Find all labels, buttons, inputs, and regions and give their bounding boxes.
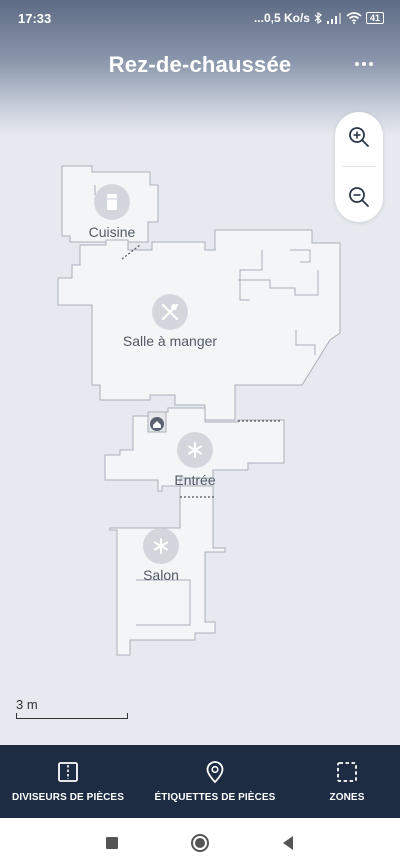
back-button[interactable] <box>281 835 295 851</box>
zoom-in-button[interactable] <box>339 117 379 157</box>
more-options-button[interactable] <box>350 54 378 74</box>
system-navigation-bar <box>0 818 400 867</box>
more-dot-icon <box>355 62 359 66</box>
network-speed: ...0,5 Ko/s <box>253 11 310 25</box>
more-dot-icon <box>369 62 373 66</box>
home-button[interactable] <box>190 833 210 853</box>
room-label-entree[interactable]: Entrée <box>160 472 230 488</box>
asterisk-icon <box>143 528 179 564</box>
room-labels-button[interactable]: ÉTIQUETTES DE PIÈCES <box>150 760 280 803</box>
floor-map[interactable] <box>0 140 400 740</box>
signal-icon <box>326 13 341 24</box>
utensils-icon <box>152 294 188 330</box>
zoom-divider <box>342 166 376 168</box>
room-dividers-button[interactable]: DIVISEURS DE PIÈCES <box>8 760 128 803</box>
scale-bar <box>16 713 128 719</box>
zones-label: ZONES <box>329 792 365 803</box>
wifi-icon <box>346 12 362 24</box>
status-time: 17:33 <box>18 10 52 26</box>
zoom-out-button[interactable] <box>339 177 379 217</box>
bluetooth-icon <box>314 12 322 24</box>
room-dividers-label: DIVISEURS DE PIÈCES <box>12 792 124 803</box>
asterisk-icon <box>177 432 213 468</box>
battery-icon: 41 <box>365 12 384 24</box>
fridge-icon <box>94 184 130 220</box>
room-divider-icon <box>58 762 78 782</box>
zoom-controls <box>335 112 383 222</box>
dashed-square-icon <box>337 762 357 782</box>
recent-apps-button[interactable] <box>105 836 119 850</box>
status-bar: 17:33 ...0,5 Ko/s 41 <box>0 0 400 36</box>
room-labels-label: ÉTIQUETTES DE PIÈCES <box>154 792 276 803</box>
page-title: Rez-de-chaussée <box>108 52 292 77</box>
bottom-toolbar: DIVISEURS DE PIÈCES ÉTIQUETTES DE PIÈCES… <box>0 745 400 818</box>
location-pin-icon <box>206 761 224 784</box>
room-label-salle-a-manger[interactable]: Salle à manger <box>105 333 235 349</box>
scale-label: 3 m <box>16 697 38 712</box>
room-label-salon[interactable]: Salon <box>126 567 196 583</box>
room-label-cuisine[interactable]: Cuisine <box>72 224 152 240</box>
status-icons: ...0,5 Ko/s 41 <box>254 11 384 25</box>
zones-button[interactable]: ZONES <box>302 760 392 803</box>
more-dot-icon <box>362 62 366 66</box>
zoom-out-icon <box>349 187 369 208</box>
zoom-in-icon <box>349 126 369 147</box>
